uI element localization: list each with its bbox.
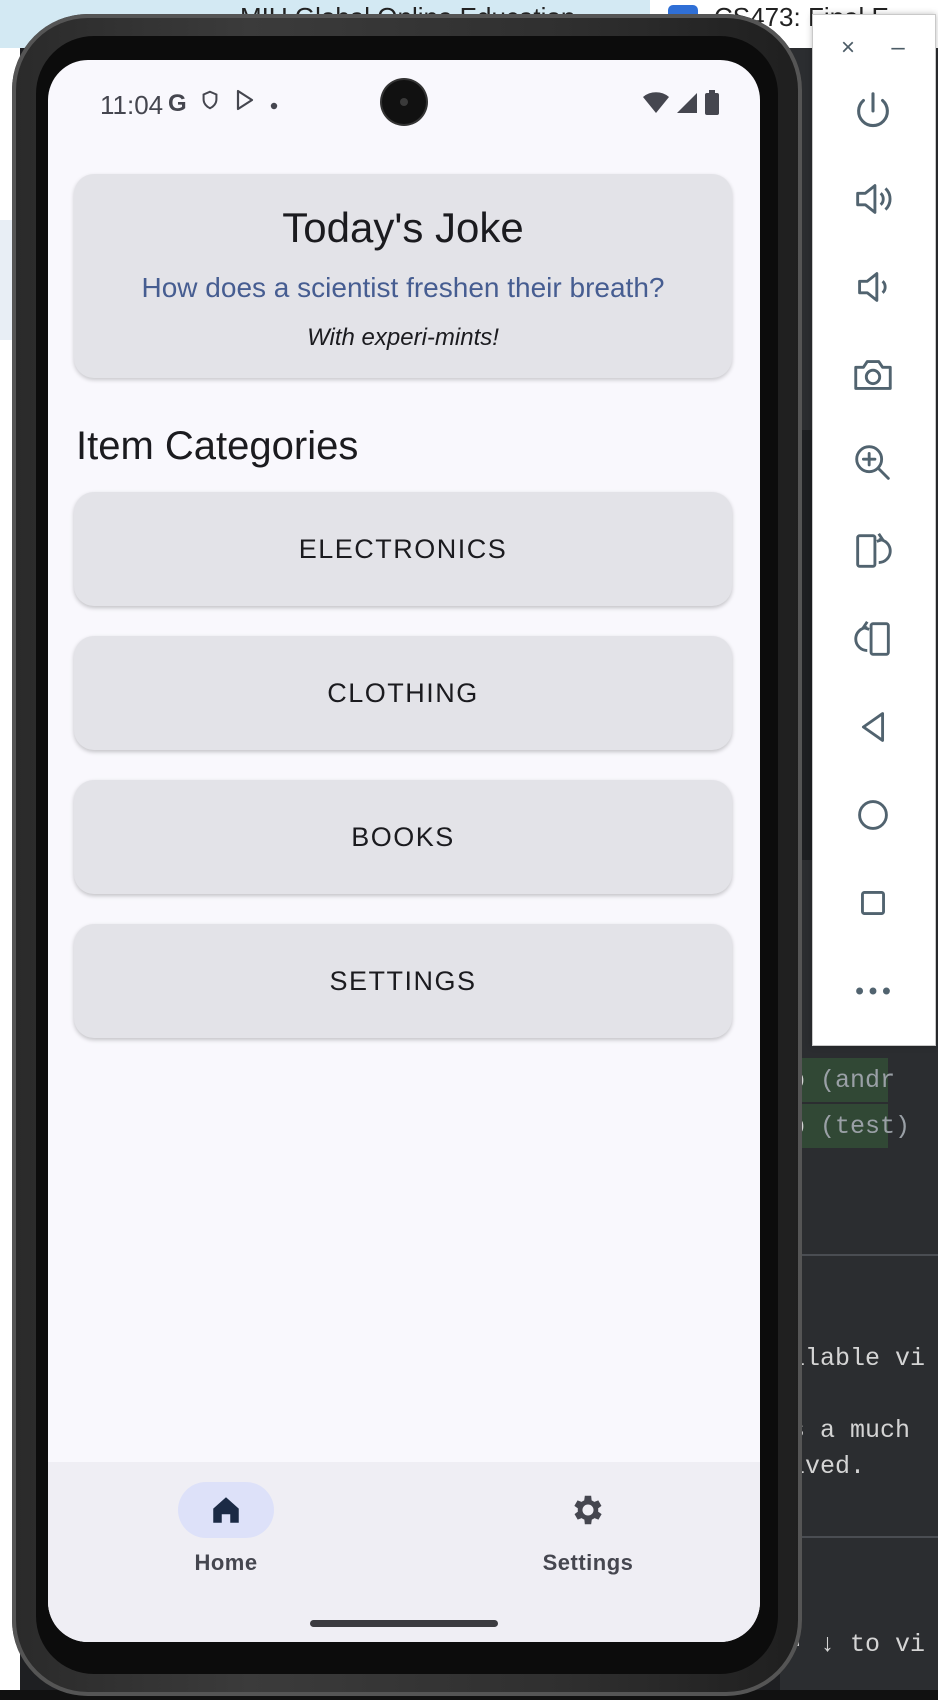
divider (780, 1536, 938, 1538)
divider (780, 1254, 938, 1256)
back-icon[interactable] (843, 697, 903, 757)
category-button-settings[interactable]: SETTINGS (74, 924, 732, 1038)
status-time: 11:04 (100, 90, 164, 120)
gear-icon (574, 1495, 602, 1525)
gesture-bar[interactable] (310, 1620, 498, 1627)
nav-item-home[interactable]: Home (146, 1482, 306, 1576)
volume-up-icon[interactable] (843, 169, 903, 229)
close-icon[interactable]: × (833, 33, 863, 63)
nav-label-home: Home (194, 1550, 258, 1575)
home-icon[interactable] (843, 785, 903, 845)
wifi-icon (642, 91, 670, 120)
joke-question: How does a scientist freshen their breat… (141, 272, 665, 303)
volume-down-icon[interactable] (843, 257, 903, 317)
rotate-right-icon[interactable] (843, 609, 903, 669)
signal-icon (676, 91, 698, 120)
camera-icon[interactable] (843, 345, 903, 405)
power-icon[interactable] (843, 81, 903, 141)
nav-icon-container (540, 1482, 636, 1538)
emulator-toolbar: × – (812, 14, 936, 1046)
ide-run-item-text: p (andr (790, 1066, 896, 1095)
phone-screen: 11:04 G Today's Joke How does a scientis… (48, 60, 760, 1642)
ide-console-text: s a much (790, 1416, 911, 1445)
category-button-clothing[interactable]: CLOTHING (74, 636, 732, 750)
status-system-icons (642, 90, 720, 121)
category-button-books[interactable]: BOOKS (74, 780, 732, 894)
shield-icon (199, 88, 221, 119)
more-icon[interactable] (843, 961, 903, 1021)
zoom-icon[interactable] (843, 433, 903, 493)
joke-card: Today's Joke How does a scientist freshe… (74, 174, 732, 378)
nav-active-indicator (178, 1482, 274, 1538)
dot-icon (269, 90, 279, 118)
categories-title: Item Categories (76, 424, 359, 468)
nav-item-settings[interactable]: Settings (508, 1482, 668, 1576)
front-camera (382, 80, 426, 124)
ide-run-item-text: p (test) (790, 1112, 911, 1141)
bottom-navigation: Home Settings (48, 1462, 760, 1642)
ide-console-text: · ↓ to vi (790, 1630, 926, 1659)
battery-icon (704, 90, 720, 121)
home-icon (213, 1497, 239, 1523)
category-button-electronics[interactable]: ELECTRONICS (74, 492, 732, 606)
ide-console-text: ilable vi (790, 1344, 926, 1373)
status-notification-icons: G (168, 88, 279, 119)
joke-title: Today's Joke (282, 204, 524, 251)
play-store-icon (233, 88, 257, 119)
rotate-left-icon[interactable] (843, 521, 903, 581)
nav-label-settings: Settings (542, 1550, 634, 1575)
google-icon: G (168, 89, 187, 117)
joke-answer: With experi-mints! (307, 324, 499, 351)
overview-icon[interactable] (843, 873, 903, 933)
minimize-icon[interactable]: – (883, 33, 913, 63)
